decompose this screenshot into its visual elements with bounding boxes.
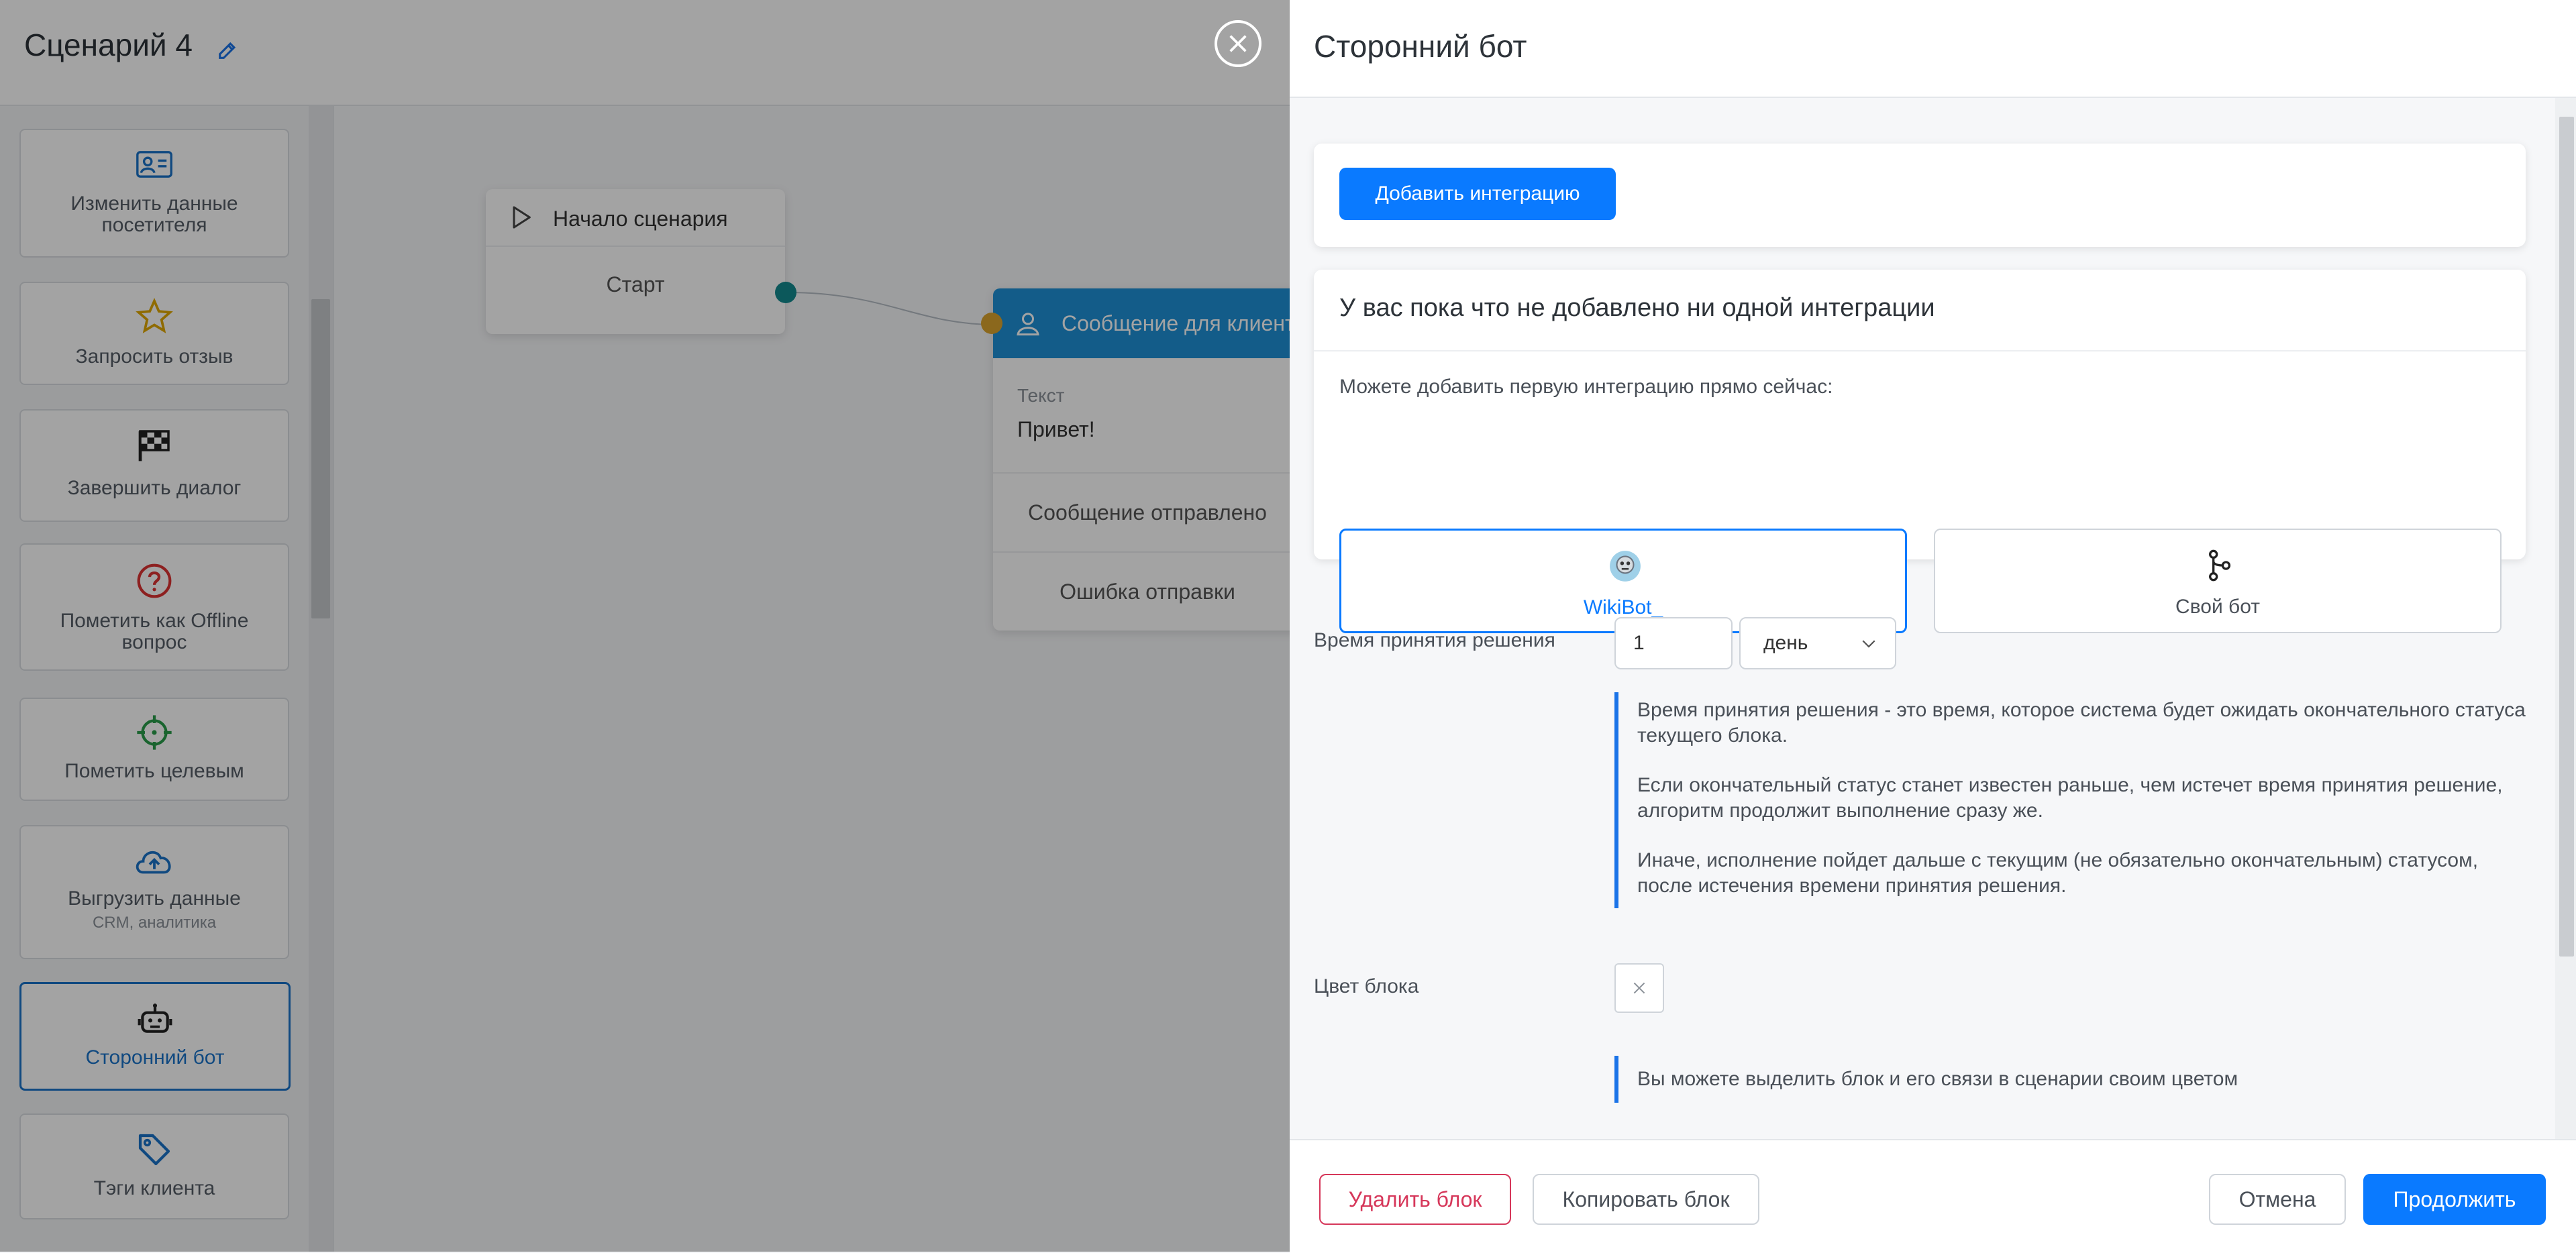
add-integration-button[interactable]: Добавить интеграцию bbox=[1339, 168, 1616, 220]
block-color-picker[interactable] bbox=[1614, 963, 1664, 1013]
decision-time-input[interactable]: 1 bbox=[1614, 617, 1733, 669]
hint-paragraph: Время принятия решения - это время, кото… bbox=[1637, 699, 2526, 747]
integration-label: WikiBot_ bbox=[1583, 596, 1663, 618]
continue-button[interactable]: Продолжить bbox=[2363, 1174, 2546, 1225]
close-icon bbox=[1633, 982, 1645, 994]
decision-time-unit-select[interactable]: день bbox=[1739, 617, 1896, 669]
copy-block-button[interactable]: Копировать блок bbox=[1533, 1174, 1759, 1225]
git-branch-icon bbox=[2208, 549, 2231, 582]
decision-time-unit-value: день bbox=[1763, 632, 1808, 654]
close-button[interactable] bbox=[1215, 20, 1261, 67]
panel-scrollbar-thumb[interactable] bbox=[2559, 117, 2574, 957]
close-icon bbox=[1229, 35, 1247, 52]
chevron-down-icon bbox=[1862, 640, 1875, 648]
empty-integrations-hint: Можете добавить первую интеграцию прямо … bbox=[1339, 376, 1833, 398]
third-party-bot-panel: Сторонний бот Добавить интеграцию У вас … bbox=[1290, 0, 2576, 1253]
hint-paragraph: Иначе, исполнение пойдет дальше с текущи… bbox=[1637, 849, 2479, 897]
modal-backdrop[interactable] bbox=[0, 0, 1290, 1252]
delete-block-button[interactable]: Удалить блок bbox=[1319, 1174, 1511, 1225]
add-integration-card: Добавить интеграцию bbox=[1314, 144, 2526, 247]
panel-footer: Удалить блок Копировать блок Отмена Прод… bbox=[1290, 1139, 2576, 1253]
panel-header: Сторонний бот bbox=[1290, 0, 2576, 98]
wikibot-avatar-icon bbox=[1610, 551, 1641, 582]
integrations-card: У вас пока что не добавлено ни одной инт… bbox=[1314, 270, 2526, 633]
panel-body: Добавить интеграцию У вас пока что не до… bbox=[1290, 98, 2576, 1139]
block-color-hint: Вы можете выделить блок и его связи в сц… bbox=[1614, 1056, 2535, 1103]
decision-time-value: 1 bbox=[1633, 632, 1645, 654]
block-color-label: Цвет блока bbox=[1314, 975, 1419, 997]
empty-integrations-heading: У вас пока что не добавлено ни одной инт… bbox=[1339, 294, 1935, 322]
panel-title: Сторонний бот bbox=[1314, 29, 1527, 64]
integration-label: Свой бот bbox=[2175, 596, 2260, 618]
cancel-button[interactable]: Отмена bbox=[2209, 1174, 2346, 1225]
decision-time-hint: Время принятия решения - это время, кото… bbox=[1614, 692, 2535, 908]
hint-paragraph: Если окончательный статус станет известе… bbox=[1637, 774, 2503, 822]
card-divider bbox=[1314, 350, 2526, 351]
decision-time-label: Время принятия решения bbox=[1314, 629, 1555, 651]
integration-option-custom-bot[interactable]: Свой бот bbox=[1934, 529, 2502, 633]
